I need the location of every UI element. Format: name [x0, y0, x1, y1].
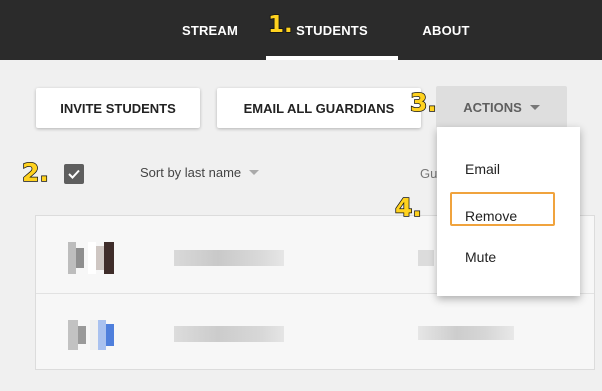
email-all-guardians-button[interactable]: EMAIL ALL GUARDIANS	[217, 88, 421, 128]
top-nav-bar: STREAM STUDENTS ABOUT	[0, 0, 602, 60]
student-name	[174, 326, 284, 342]
guardian-email	[418, 326, 514, 340]
student-name	[174, 250, 284, 266]
caret-down-icon	[529, 104, 540, 110]
actions-menu: Email Remove Mute	[437, 127, 580, 296]
select-all-checkbox[interactable]	[64, 164, 84, 184]
tab-stream[interactable]: STREAM	[165, 0, 255, 60]
tab-about[interactable]: ABOUT	[408, 0, 484, 60]
invite-students-label: INVITE STUDENTS	[60, 100, 176, 116]
actions-dropdown-button[interactable]: ACTIONS	[436, 86, 567, 128]
tab-about-label: ABOUT	[422, 22, 470, 38]
actions-label: ACTIONS	[463, 99, 522, 115]
step-marker-3: 3.	[409, 88, 437, 117]
student-avatar	[68, 242, 114, 274]
menu-item-mute[interactable]: Mute	[465, 249, 496, 265]
guardians-column-header: Gu	[420, 166, 438, 181]
step-marker-1: 1.	[267, 12, 293, 38]
tab-stream-label: STREAM	[181, 22, 239, 38]
menu-item-email[interactable]: Email	[465, 161, 500, 177]
student-avatar	[68, 320, 114, 350]
menu-item-remove[interactable]: Remove	[465, 208, 517, 224]
invite-students-button[interactable]: INVITE STUDENTS	[36, 88, 200, 128]
step-marker-2: 2.	[21, 158, 49, 187]
guardian-email	[418, 250, 434, 266]
step-marker-4: 4.	[394, 193, 422, 222]
email-all-guardians-label: EMAIL ALL GUARDIANS	[243, 100, 395, 116]
sort-caret-icon	[249, 170, 260, 175]
tab-students-label: STUDENTS	[296, 22, 368, 38]
sort-label-text: Sort by last name	[140, 165, 242, 180]
active-tab-indicator	[266, 56, 398, 60]
checkmark-icon	[68, 169, 80, 179]
sort-by-last-name-dropdown[interactable]: Sort by last name	[140, 165, 260, 180]
